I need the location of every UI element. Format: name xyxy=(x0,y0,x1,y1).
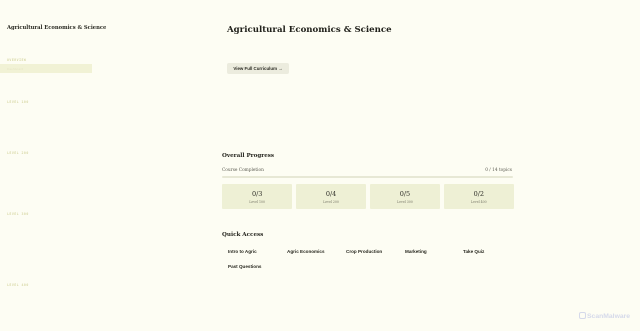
level-score: 0/4 xyxy=(325,189,337,198)
quick-link-agric-economics[interactable]: Agric Economics xyxy=(287,249,325,254)
sidebar-level-400-heading: LEVEL 400 xyxy=(7,283,29,287)
level-card-300[interactable]: 0/5 Level 300 xyxy=(369,184,441,209)
level-label: Level 400 xyxy=(470,199,487,204)
level-label: Level 200 xyxy=(323,199,339,204)
menu-toggle-icon[interactable] xyxy=(6,11,12,21)
course-completion-count: 0 / 14 topics xyxy=(485,168,512,173)
quick-link-take-quiz[interactable]: Take Quiz xyxy=(463,249,484,254)
sidebar-level-300-heading: LEVEL 300 xyxy=(7,212,29,216)
quick-link-intro-to-agric[interactable]: Intro to Agric xyxy=(228,249,257,254)
sidebar-overview-heading: OVERVIEW xyxy=(7,58,27,62)
sidebar-item-label: Dashboard xyxy=(7,67,24,71)
watermark-text: ScanMalware xyxy=(587,313,631,320)
level-score: 0/5 xyxy=(399,189,411,198)
level-card-100[interactable]: 0/3 Level 100 xyxy=(222,184,293,209)
scanmalware-logo-icon xyxy=(579,312,586,319)
level-label: Level 300 xyxy=(397,199,413,204)
quick-link-marketing[interactable]: Marketing xyxy=(405,249,427,254)
level-progress-cards: 0/3 Level 100 0/4 Level 200 0/5 Level 30… xyxy=(222,184,514,209)
quick-link-past-questions[interactable]: Past Questions xyxy=(228,264,261,269)
quick-access-heading: Quick Access xyxy=(222,232,264,238)
quick-link-crop-production[interactable]: Crop Production xyxy=(346,249,382,254)
page-title: Agricultural Economics & Science xyxy=(227,25,392,35)
sidebar-brand: Agricultural Economics & Science xyxy=(7,25,107,31)
sidebar: Agricultural Economics & Science OVERVIE… xyxy=(0,0,106,331)
sidebar-level-200-heading: LEVEL 200 xyxy=(7,151,29,155)
sidebar-item-dashboard[interactable]: Dashboard xyxy=(0,64,92,73)
sidebar-level-100-heading: LEVEL 100 xyxy=(7,100,29,104)
course-progress-bar xyxy=(222,176,513,178)
level-score: 0/2 xyxy=(473,189,485,198)
scanmalware-watermark: ScanMalware xyxy=(579,312,630,320)
overall-progress-heading: Overall Progress xyxy=(222,153,275,159)
level-card-200[interactable]: 0/4 Level 200 xyxy=(295,184,367,209)
level-score: 0/3 xyxy=(251,189,263,198)
course-completion-label: Course Completion xyxy=(222,168,264,173)
level-label: Level 100 xyxy=(249,199,266,204)
level-card-400[interactable]: 0/2 Level 400 xyxy=(443,184,514,209)
view-curriculum-button[interactable]: View Full Curriculum → xyxy=(227,63,289,74)
